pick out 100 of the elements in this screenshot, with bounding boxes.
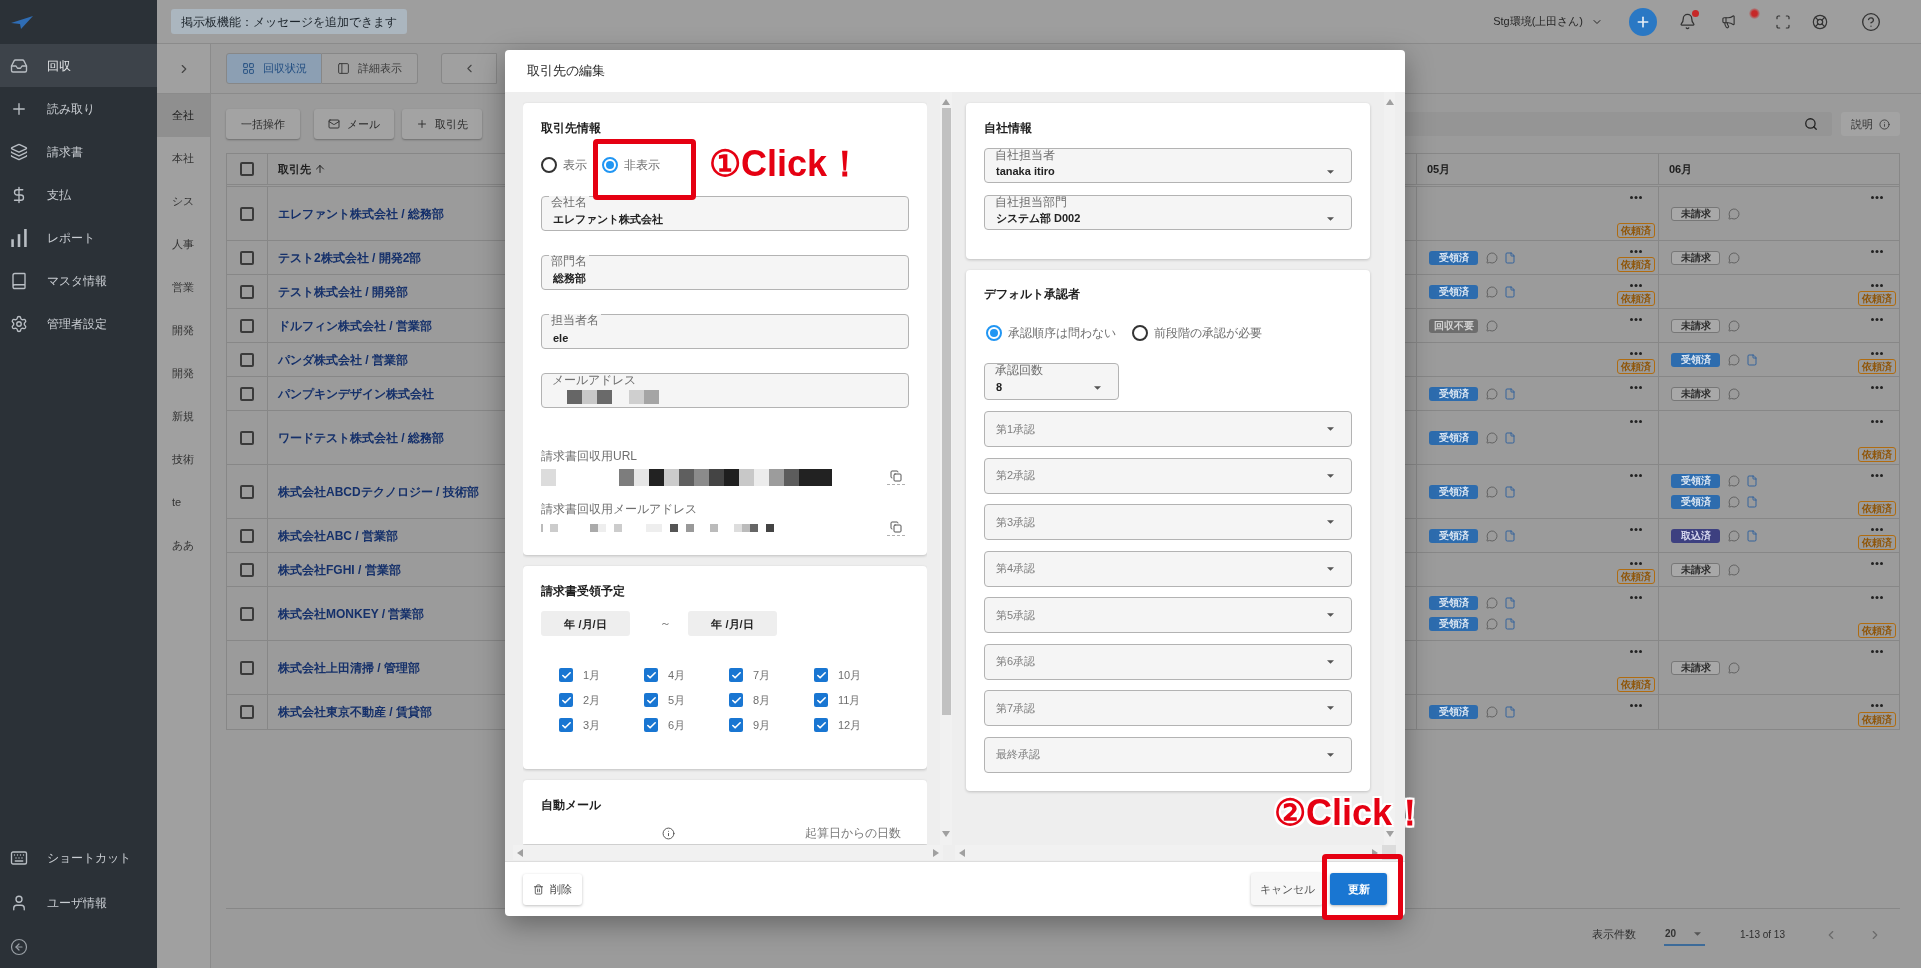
row-checkbox[interactable] <box>240 250 254 265</box>
more-icon[interactable] <box>1630 352 1642 355</box>
copy-button[interactable] <box>887 469 905 485</box>
status-chip[interactable]: 未請求 <box>1671 318 1720 333</box>
group-item[interactable]: te <box>157 481 210 524</box>
select-field[interactable]: 第3承認 <box>984 504 1352 540</box>
company-link[interactable]: ドルフィン株式会社 / 営業部 <box>278 316 432 335</box>
company-link[interactable]: 株式会社ABC / 営業部 <box>278 526 398 545</box>
select-field[interactable]: 自社担当者 tanaka itiro <box>984 148 1352 183</box>
more-icon[interactable] <box>1630 562 1642 565</box>
company-link[interactable]: テスト株式会社 / 開発部 <box>278 282 408 301</box>
checkbox[interactable] <box>644 718 658 732</box>
status-chip[interactable]: 受領済 <box>1429 386 1478 401</box>
status-chip[interactable]: 受領済 <box>1429 617 1478 631</box>
status-chip[interactable]: 受領済 <box>1429 284 1478 299</box>
sort-arrow-icon[interactable] <box>314 163 326 175</box>
status-chip[interactable]: 未請求 <box>1671 562 1720 577</box>
row-checkbox[interactable] <box>240 386 254 401</box>
select-field[interactable]: 第4承認 <box>984 550 1352 587</box>
action-button[interactable]: メール <box>314 109 394 139</box>
action-button[interactable]: 一括操作 <box>226 109 300 139</box>
cancel-button[interactable]: キャンセル <box>1251 873 1323 905</box>
checkbox[interactable] <box>559 718 573 732</box>
row-checkbox[interactable] <box>240 660 254 675</box>
status-chip[interactable]: 取込済 <box>1671 528 1720 543</box>
more-icon[interactable] <box>1871 596 1883 599</box>
scroll-right-icon[interactable] <box>1372 848 1378 857</box>
select-field[interactable]: 最終承認 <box>984 736 1352 773</box>
sidebar-item[interactable]: レポート <box>0 216 157 259</box>
sidebar-item[interactable]: 請求書 <box>0 130 157 173</box>
notice-banner[interactable]: 掲示板機能：メッセージを追加できます <box>171 9 407 34</box>
group-item[interactable]: シス <box>157 180 210 223</box>
checkbox[interactable] <box>814 693 828 707</box>
scroll-down-icon[interactable] <box>1385 831 1394 837</box>
more-icon[interactable] <box>1871 250 1883 253</box>
search-field[interactable] <box>1405 112 1832 136</box>
group-item[interactable]: 開発 <box>157 352 210 395</box>
group-item[interactable]: 技術 <box>157 438 210 481</box>
copy-button[interactable] <box>887 520 905 536</box>
sidebar-item[interactable]: 回収 <box>0 44 157 87</box>
company-link[interactable]: テスト2株式会社 / 開発2部 <box>278 248 422 267</box>
company-link[interactable]: 株式会社ABCDテクノロジー / 技術部 <box>278 482 479 501</box>
more-icon[interactable] <box>1871 562 1883 565</box>
sidebar-item[interactable]: ユーザ情報 <box>0 880 157 925</box>
more-icon[interactable] <box>1871 474 1883 477</box>
status-chip[interactable]: 受領済 <box>1671 352 1720 367</box>
row-checkbox[interactable] <box>240 562 254 577</box>
company-link[interactable]: 株式会社東京不動産 / 賃貸部 <box>278 703 432 721</box>
delete-button[interactable]: 削除 <box>523 873 582 905</box>
row-checkbox[interactable] <box>240 484 254 499</box>
group-item[interactable]: 人事 <box>157 223 210 266</box>
row-checkbox[interactable] <box>240 318 254 333</box>
status-chip[interactable]: 未請求 <box>1671 206 1720 221</box>
radio-button[interactable] <box>986 325 1002 341</box>
group-item[interactable]: 本社 <box>157 137 210 180</box>
scroll-left-icon[interactable] <box>959 848 965 857</box>
row-checkbox[interactable] <box>240 284 254 299</box>
select-field[interactable]: 第7承認 <box>984 690 1352 726</box>
sidebar-item[interactable]: ショートカット <box>0 835 157 880</box>
radio-button[interactable] <box>1132 325 1148 341</box>
scroll-up-icon[interactable] <box>1385 99 1394 105</box>
status-chip[interactable]: 受領済 <box>1429 430 1478 445</box>
more-icon[interactable] <box>1630 318 1642 321</box>
column-header[interactable]: 取引先 <box>278 160 311 178</box>
more-icon[interactable] <box>1871 704 1883 707</box>
select-field[interactable]: 第5承認 <box>984 597 1352 633</box>
more-icon[interactable] <box>1630 386 1642 389</box>
update-button[interactable]: 更新 <box>1330 873 1387 905</box>
help-button[interactable]: 説明 <box>1841 112 1900 136</box>
checkbox[interactable] <box>644 693 658 707</box>
checkbox[interactable] <box>729 693 743 707</box>
group-item[interactable]: 新規 <box>157 395 210 438</box>
company-link[interactable]: 株式会社上田清掃 / 管理部 <box>278 658 420 677</box>
status-chip[interactable]: 受領済 <box>1429 250 1478 265</box>
checkbox[interactable] <box>729 718 743 732</box>
company-link[interactable]: パンプキンデザイン株式会社 <box>278 384 434 403</box>
select-field[interactable]: 第1承認 <box>984 411 1352 447</box>
checkbox[interactable] <box>644 668 658 682</box>
more-icon[interactable] <box>1630 596 1642 599</box>
row-checkbox[interactable] <box>240 206 254 221</box>
status-chip[interactable]: 受領済 <box>1429 484 1478 499</box>
more-icon[interactable] <box>1630 474 1642 477</box>
checkbox[interactable] <box>814 668 828 682</box>
more-icon[interactable] <box>1871 284 1883 287</box>
status-chip[interactable]: 受領済 <box>1429 705 1478 719</box>
add-button[interactable] <box>1629 7 1657 36</box>
action-button[interactable]: 取引先 <box>402 109 482 139</box>
group-item[interactable]: 全社 <box>157 94 210 137</box>
date-field[interactable]: 年 /月/日 <box>688 611 777 636</box>
rows-per-page-select[interactable]: 20 <box>1663 923 1705 946</box>
scrollbar-thumb[interactable] <box>941 108 951 715</box>
sidebar-item[interactable]: 読み取り <box>0 87 157 130</box>
row-checkbox[interactable] <box>240 606 254 621</box>
text-field[interactable]: メールアドレス <box>541 373 909 408</box>
select-field[interactable]: 自社担当部門 システム部 D002 <box>984 195 1352 230</box>
more-icon[interactable] <box>1871 420 1883 423</box>
more-icon[interactable] <box>1630 528 1642 531</box>
date-field[interactable]: 年 /月/日 <box>541 611 630 636</box>
checkbox[interactable] <box>559 668 573 682</box>
sidebar-item[interactable]: 管理者設定 <box>0 302 157 345</box>
